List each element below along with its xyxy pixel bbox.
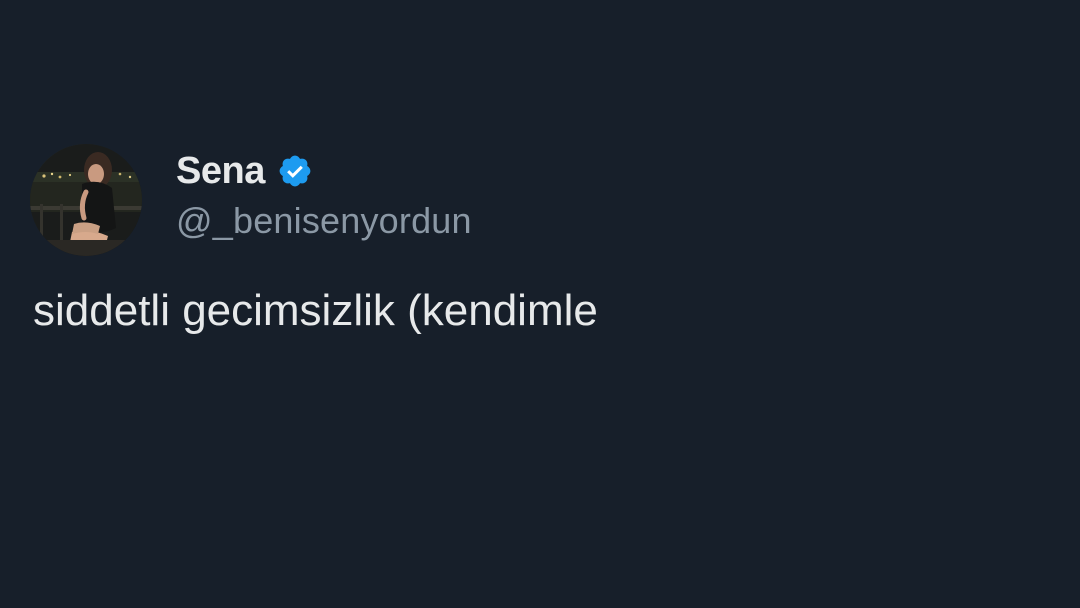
tweet-card: Sena @_benisenyordun siddetli gecimsizli… [0, 0, 1080, 608]
author-block: Sena @_benisenyordun [176, 148, 472, 242]
avatar[interactable] [30, 144, 142, 256]
user-handle[interactable]: @_benisenyordun [176, 200, 472, 242]
display-name[interactable]: Sena [176, 150, 265, 193]
tweet-text: siddetli gecimsizlik (kendimle [33, 286, 598, 335]
verified-badge-icon [277, 153, 313, 189]
name-row: Sena [176, 148, 472, 194]
profile-photo-icon [30, 144, 142, 256]
